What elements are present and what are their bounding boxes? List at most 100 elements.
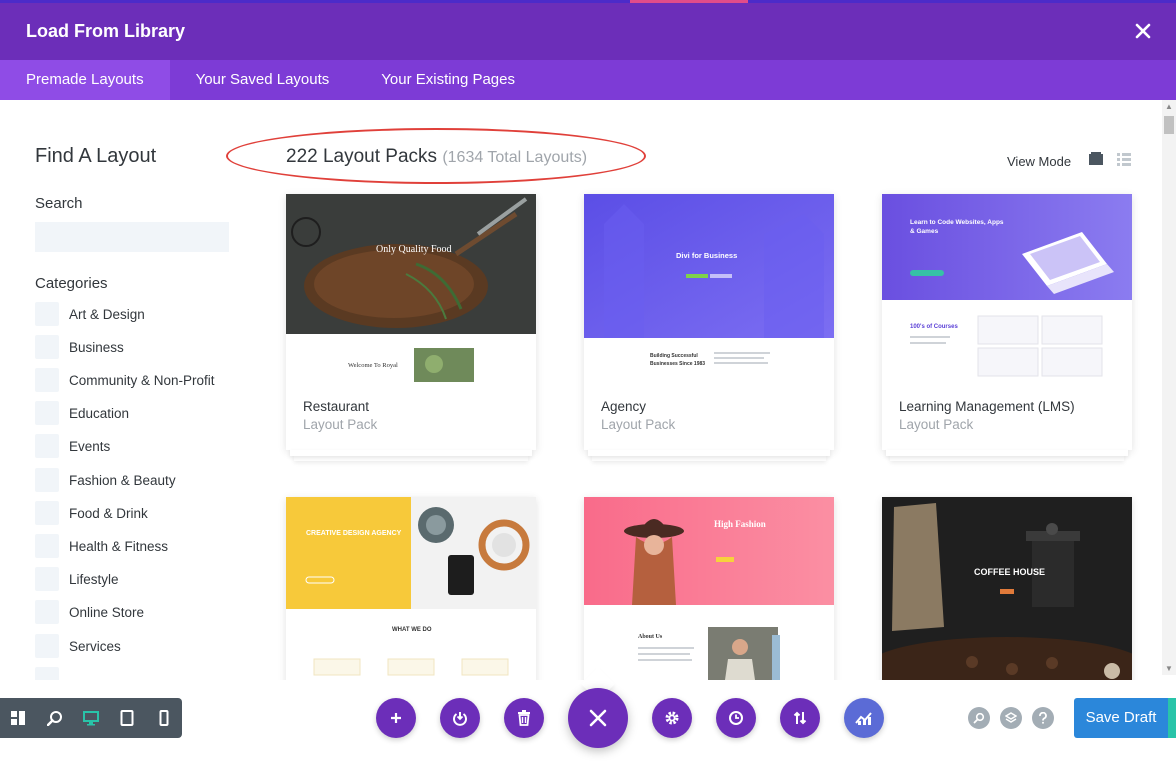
category-services[interactable]: Services [35,634,121,658]
thumb-subtitle: Welcome To Royal [348,362,398,369]
tab-premade-layouts[interactable]: Premade Layouts [0,60,170,100]
layout-card-high-fashion[interactable]: High Fashion About Us [584,497,834,680]
phone-view-icon[interactable] [146,698,182,738]
layout-thumbnail: Divi for Business Building Successful Bu… [584,194,834,384]
category-checkbox[interactable] [35,302,59,326]
publish-button-edge[interactable] [1168,698,1176,738]
layout-card-learning-management[interactable]: Learn to Code Websites, Apps & Games 100… [882,194,1132,461]
category-business[interactable]: Business [35,335,124,359]
category-food-drink[interactable]: Food & Drink [35,501,148,525]
load-from-library-modal: Load From Library Premade Layouts Your S… [0,0,1176,680]
layout-thumbnail: High Fashion About Us [584,497,834,680]
close-builder-x-icon[interactable] [568,688,628,748]
card-stack-layer [592,456,826,461]
thumb-title: Only Quality Food [376,244,452,255]
layout-thumbnail: Learn to Code Websites, Apps & Games 100… [882,194,1132,384]
category-checkbox[interactable] [35,634,59,658]
split-testing-chart-icon[interactable] [844,698,884,738]
history-clock-icon[interactable] [716,698,756,738]
tab-your-saved-layouts[interactable]: Your Saved Layouts [170,60,356,100]
help-question-icon[interactable] [1032,707,1054,729]
save-draft-button[interactable]: Save Draft [1074,698,1168,738]
grid-view-icon[interactable] [1088,151,1104,167]
layout-card-coffee-house[interactable]: COFFEE HOUSE [882,497,1132,680]
tablet-view-icon[interactable] [109,698,145,738]
layout-card-restaurant[interactable]: Only Quality Food Welcome To Royal Resta… [286,194,536,461]
category-label: Lifestyle [69,571,119,587]
find-a-layout-heading: Find A Layout [35,145,157,167]
page-settings-gear-icon[interactable] [652,698,692,738]
category-checkbox[interactable] [35,667,59,680]
vertical-scrollbar[interactable]: ▲ ▼ [1162,100,1176,675]
tab-your-existing-pages[interactable]: Your Existing Pages [355,60,541,100]
scroll-down-arrow-icon[interactable]: ▼ [1165,664,1173,673]
desktop-view-icon[interactable] [73,698,109,738]
scroll-up-arrow-icon[interactable]: ▲ [1165,102,1173,111]
category-online-store[interactable]: Online Store [35,600,144,624]
card-stack-layer [290,450,532,456]
category-lifestyle[interactable]: Lifestyle [35,567,119,591]
load-from-library-icon[interactable] [440,698,480,738]
thumb-subtitle: About Us [638,634,663,640]
scrollbar-thumb[interactable] [1164,116,1174,134]
thumb-subtitle: Building Successful Businesses Since 198… [650,353,706,367]
card-stack-layer [890,456,1124,461]
category-checkbox[interactable] [35,468,59,492]
device-view-toolbar [0,698,182,738]
category-checkbox[interactable] [35,501,59,525]
category-more[interactable] [35,667,69,680]
list-view-icon[interactable] [1116,151,1132,167]
thumb-title: High Fashion [714,519,766,529]
layout-pack-label: Layout Pack [303,417,378,432]
category-label: Online Store [69,604,145,620]
card-stack-layer [886,450,1128,456]
category-label: Art & Design [69,306,145,322]
category-checkbox[interactable] [35,335,59,359]
layout-thumbnail: COFFEE HOUSE [882,497,1132,680]
clear-layout-trash-icon[interactable] [504,698,544,738]
category-art-design[interactable]: Art & Design [35,302,145,326]
category-label: Food & Drink [69,505,148,521]
category-checkbox[interactable] [35,401,59,425]
search-icon[interactable] [968,707,990,729]
add-icon[interactable] [376,698,416,738]
categories-label: Categories [35,275,108,292]
category-community-non-profit[interactable]: Community & Non-Profit [35,368,215,392]
layout-pack-label: Layout Pack [899,417,974,432]
layout-card-design-agency[interactable]: CREATIVE DESIGN AGENCY WHAT WE DO [286,497,536,680]
zoom-icon[interactable] [36,698,72,738]
layout-pack-label: Layout Pack [601,417,676,432]
category-checkbox[interactable] [35,534,59,558]
category-checkbox[interactable] [35,368,59,392]
thumb-title: CREATIVE DESIGN AGENCY [306,530,402,537]
layout-thumbnail: CREATIVE DESIGN AGENCY WHAT WE DO [286,497,536,680]
category-checkbox[interactable] [35,434,59,458]
category-checkbox[interactable] [35,600,59,624]
modal-tabs: Premade Layouts Your Saved Layouts Your … [0,60,1176,100]
close-icon[interactable] [1132,20,1154,42]
portability-arrows-icon[interactable] [780,698,820,738]
category-health-fitness[interactable]: Health & Fitness [35,534,168,558]
search-label: Search [35,195,83,212]
thumb-title: Learn to Code Websites, Apps & Games [910,219,1004,235]
layout-pack-name: Agency [601,399,647,414]
layout-thumbnail: Only Quality Food Welcome To Royal [286,194,536,384]
thumb-subtitle: WHAT WE DO [392,627,432,633]
category-label: Services [69,638,121,654]
layout-card-agency[interactable]: Divi for Business Building Successful Bu… [584,194,834,461]
wireframe-view-icon[interactable] [0,698,36,738]
category-fashion-beauty[interactable]: Fashion & Beauty [35,468,176,492]
layers-icon[interactable] [1000,707,1022,729]
search-input[interactable] [35,222,229,252]
modal-header: Load From Library [0,3,1176,60]
category-checkbox[interactable] [35,567,59,591]
category-events[interactable]: Events [35,434,110,458]
category-education[interactable]: Education [35,401,129,425]
card-stack-layer [588,450,830,456]
thumb-subtitle: 100's of Courses [910,324,958,330]
thumb-title: COFFEE HOUSE [974,567,1046,577]
category-label: Fashion & Beauty [69,472,176,488]
highlight-annotation-ellipse [226,128,646,184]
modal-title: Load From Library [26,21,186,41]
layout-pack-name: Learning Management (LMS) [899,399,1075,414]
